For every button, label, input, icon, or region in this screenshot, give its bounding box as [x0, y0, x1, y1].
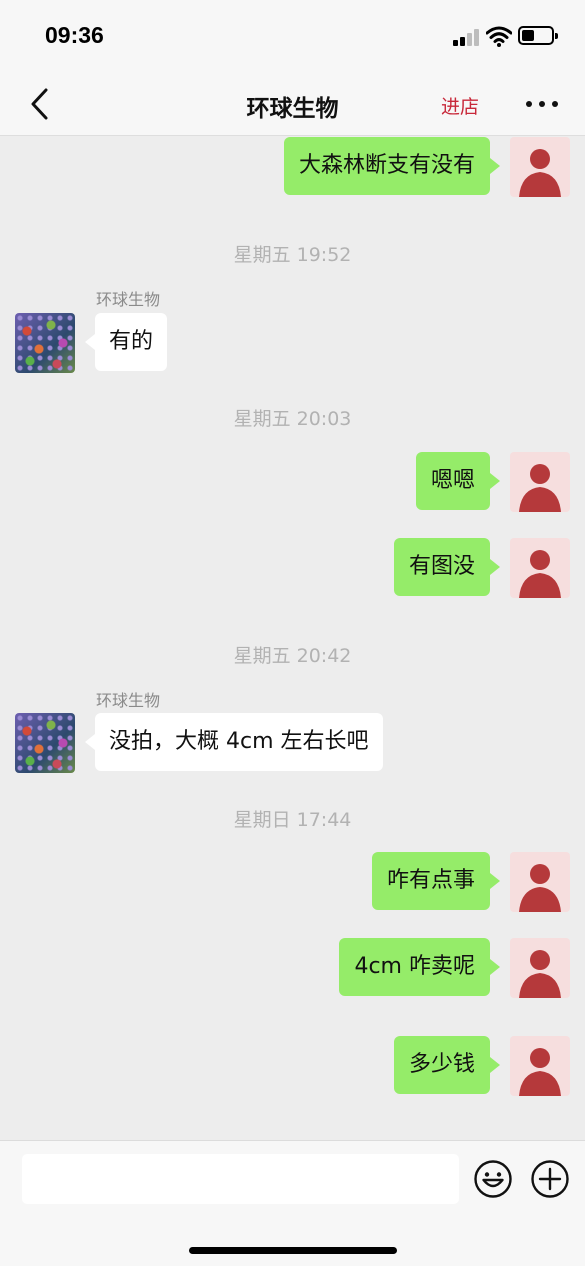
message-input[interactable] [22, 1154, 459, 1204]
sender-name: 环球生物 [96, 290, 161, 309]
outgoing-message[interactable]: 有图没 [393, 538, 501, 596]
outgoing-message[interactable]: 嗯嗯 [415, 452, 501, 510]
more-icon[interactable] [522, 94, 562, 114]
outgoing-message[interactable]: 多少钱 [393, 1036, 501, 1094]
timestamp: 星期日 17:44 [233, 809, 352, 831]
shop-avatar[interactable] [15, 713, 75, 773]
status-time: 09:36 [45, 22, 104, 48]
shop-avatar[interactable] [15, 313, 75, 373]
default-user-icon [519, 550, 561, 598]
default-user-icon [519, 149, 561, 197]
user-avatar[interactable] [510, 538, 570, 598]
user-avatar[interactable] [510, 1036, 570, 1096]
default-user-icon [519, 864, 561, 912]
nav-bar: 环球生物 进店 [0, 72, 585, 136]
status-bar: 09:36 [0, 0, 585, 72]
user-avatar[interactable] [510, 137, 570, 197]
wifi-icon [486, 26, 512, 47]
outgoing-message[interactable]: 咋有点事 [371, 852, 501, 910]
input-bar [0, 1140, 585, 1266]
timestamp: 星期五 20:03 [233, 408, 352, 430]
incoming-message[interactable]: 没拍，大概 4cm 左右长吧 [85, 713, 383, 771]
user-avatar[interactable] [510, 452, 570, 512]
home-indicator [189, 1247, 397, 1254]
user-avatar[interactable] [510, 938, 570, 998]
outgoing-message[interactable]: 4cm 咋卖呢 [339, 938, 500, 996]
chat-title: 环球生物 [246, 96, 339, 122]
sender-name: 环球生物 [96, 691, 161, 710]
plus-circle-icon[interactable] [530, 1159, 570, 1199]
default-user-icon [519, 464, 561, 512]
battery-icon [518, 26, 558, 45]
timestamp: 星期五 19:52 [233, 244, 352, 266]
chat-area[interactable]: 大森林断支有没有 星期五 19:52 环球生物 有的 星期五 20:03 嗯嗯 … [0, 136, 585, 1140]
timestamp: 星期五 20:42 [233, 645, 352, 667]
incoming-message[interactable]: 有的 [84, 313, 168, 371]
signal-icon [453, 28, 481, 46]
default-user-icon [519, 1048, 561, 1096]
smiley-icon[interactable] [473, 1159, 513, 1199]
outgoing-message[interactable]: 大森林断支有没有 [283, 137, 501, 195]
enter-shop-button[interactable]: 进店 [441, 92, 479, 119]
user-avatar[interactable] [510, 852, 570, 912]
default-user-icon [519, 950, 561, 998]
